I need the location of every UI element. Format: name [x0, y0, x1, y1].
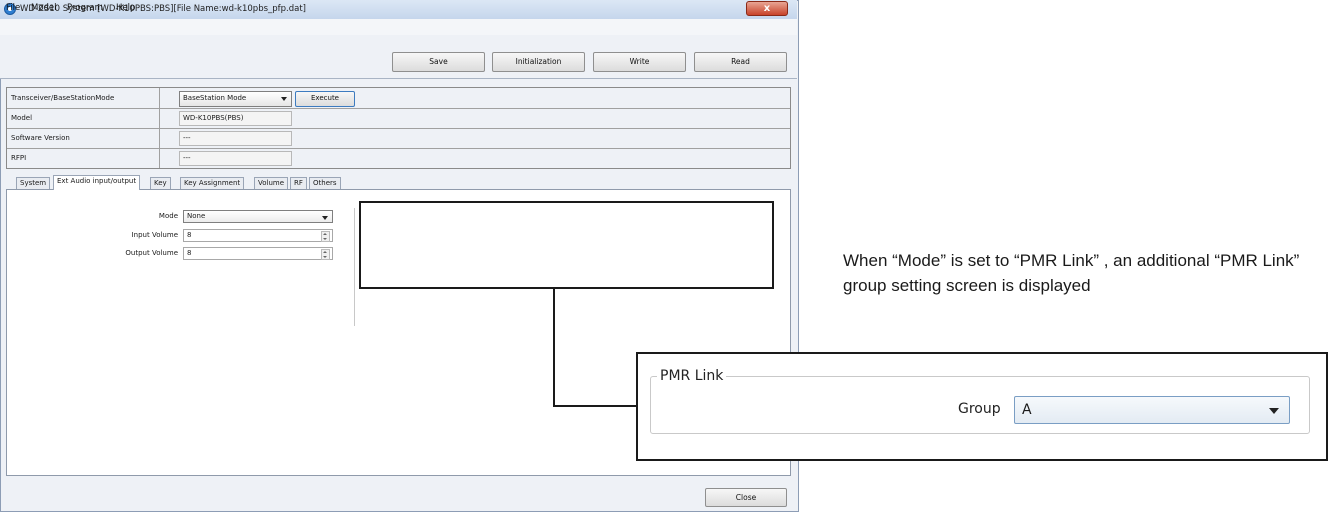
tab-system[interactable]: System: [16, 177, 51, 189]
tab-key[interactable]: Key: [150, 177, 171, 189]
initialization-button[interactable]: Initialization: [492, 52, 585, 72]
save-button[interactable]: Save: [392, 52, 485, 72]
software-version-row: Software Version ---: [7, 128, 790, 149]
tab-others[interactable]: Others: [309, 177, 341, 189]
callout-box: [359, 201, 774, 289]
basestation-mode-select[interactable]: BaseStation Mode: [179, 91, 292, 107]
software-version-value: ---: [179, 131, 292, 146]
rfpi-label: RFPI: [11, 154, 27, 162]
basestation-mode-value: BaseStation Mode: [183, 94, 247, 102]
window-title: WD-ZS10 System [WD-K10PBS:PBS][File Name…: [20, 4, 307, 14]
chevron-down-icon: [322, 216, 328, 220]
software-version-label: Software Version: [11, 134, 70, 142]
output-volume-stepper[interactable]: 8: [183, 247, 333, 260]
mode-select-value: None: [187, 212, 206, 220]
chevron-down-icon: [281, 97, 287, 101]
model-label: Model: [11, 114, 33, 122]
menu-model[interactable]: Model: [31, 3, 57, 13]
chevron-down-icon: [1269, 408, 1279, 414]
rfpi-value: ---: [179, 151, 292, 166]
output-volume-label: Output Volume: [125, 249, 178, 257]
rfpi-row: RFPI ---: [7, 148, 790, 168]
output-volume-value: 8: [187, 249, 192, 257]
group-select-value: A: [1022, 402, 1032, 418]
row-divider: [159, 128, 160, 148]
model-value: WD-K10PBS(PBS): [179, 111, 292, 126]
close-button[interactable]: Close: [705, 488, 787, 507]
menu-bar: [0, 19, 797, 35]
annotation-note: When “Mode” is set to “PMR Link” , an ad…: [843, 251, 1300, 295]
mode-field-label: Mode: [158, 212, 178, 220]
callout-line-vertical: [553, 289, 555, 407]
row-divider: [159, 148, 160, 168]
read-button[interactable]: Read: [694, 52, 787, 72]
menu-help[interactable]: Help: [116, 3, 135, 13]
tab-rf[interactable]: RF: [290, 177, 307, 189]
pmr-link-title: PMR Link: [657, 368, 727, 384]
menu-program[interactable]: Program: [67, 3, 103, 13]
device-info-grid: Transceiver/BaseStationMode BaseStation …: [6, 87, 791, 169]
group-label: Group: [958, 401, 1001, 417]
execute-button[interactable]: Execute: [295, 91, 355, 107]
row-divider: [159, 108, 160, 128]
input-volume-label: Input Volume: [131, 231, 178, 239]
model-row: Model WD-K10PBS(PBS): [7, 108, 790, 129]
tab-key-assignment[interactable]: Key Assignment: [180, 177, 245, 189]
mode-row: Transceiver/BaseStationMode BaseStation …: [7, 88, 790, 109]
mode-select[interactable]: None: [183, 210, 333, 223]
group-select[interactable]: A: [1014, 396, 1290, 424]
input-volume-value: 8: [187, 231, 192, 239]
write-button[interactable]: Write: [593, 52, 686, 72]
spinner-icon[interactable]: [321, 231, 330, 242]
tab-volume[interactable]: Volume: [254, 177, 289, 189]
tab-ext-audio[interactable]: Ext Audio input/output: [53, 175, 141, 190]
vertical-divider: [354, 208, 355, 326]
callout-line-horizontal: [553, 405, 637, 407]
menu-file[interactable]: File: [6, 3, 20, 13]
mode-label: Transceiver/BaseStationMode: [11, 94, 115, 102]
spinner-icon[interactable]: [321, 249, 330, 260]
row-divider: [159, 88, 160, 108]
input-volume-stepper[interactable]: 8: [183, 229, 333, 242]
window-close-button[interactable]: x: [746, 1, 788, 16]
